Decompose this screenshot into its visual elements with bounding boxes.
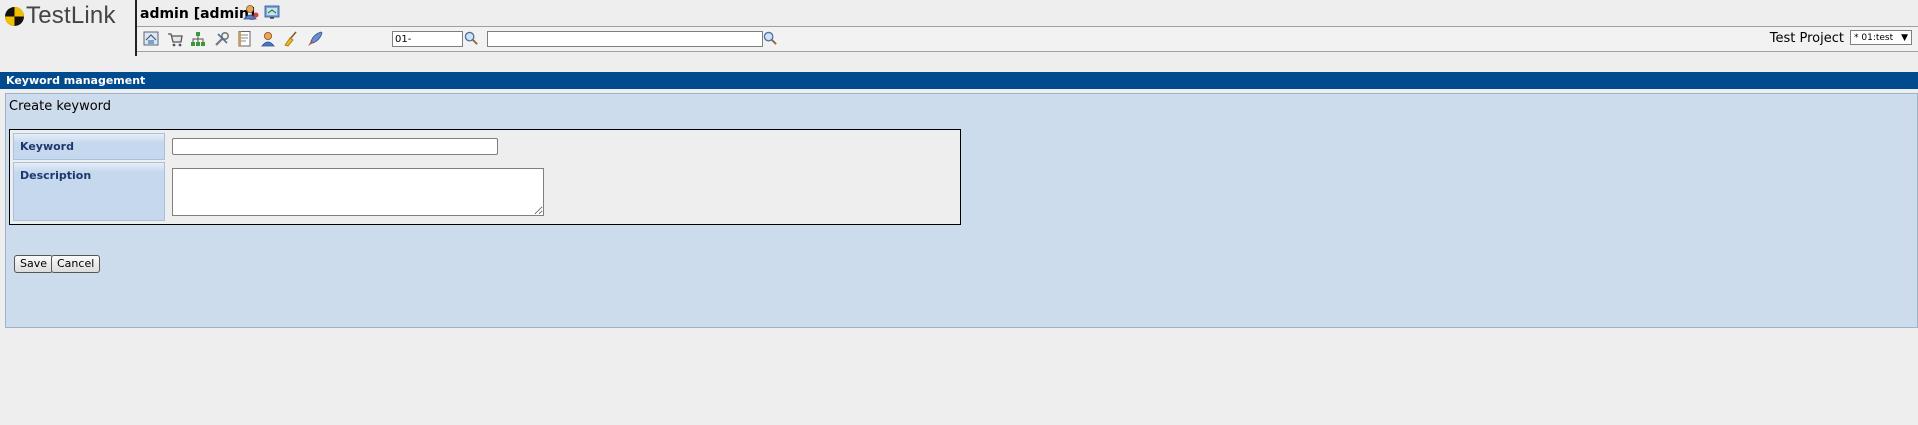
logo-text: TestLink — [26, 2, 116, 29]
broom-icon[interactable] — [282, 30, 300, 48]
page-title: Keyword management — [0, 72, 1918, 89]
user-settings-icon[interactable] — [243, 4, 259, 20]
description-label: Description — [20, 169, 92, 182]
home-icon[interactable] — [142, 30, 160, 48]
test-project-select[interactable]: * 01:test ▼ — [1850, 30, 1912, 45]
test-project-selected-value: * 01:test — [1854, 33, 1894, 43]
tree-icon[interactable] — [189, 30, 207, 48]
testlink-logo-icon — [5, 7, 24, 26]
search-input[interactable] — [487, 31, 763, 47]
cancel-button[interactable]: Cancel — [51, 255, 101, 273]
keyword-input[interactable] — [172, 138, 498, 155]
logout-icon[interactable] — [264, 4, 280, 20]
testcase-id-input[interactable] — [392, 31, 463, 47]
user-icon[interactable] — [259, 30, 277, 48]
main-toolbar: Test Project * 01:test ▼ — [137, 26, 1918, 52]
search-icon[interactable] — [763, 31, 778, 46]
tools-icon[interactable] — [213, 30, 231, 48]
cart-icon[interactable] — [166, 30, 184, 48]
chevron-down-icon: ▼ — [1901, 33, 1908, 43]
test-project-label: Test Project — [1769, 31, 1844, 46]
keyword-form: Keyword Description — [9, 129, 961, 225]
keyword-label-cell: Keyword — [13, 133, 165, 160]
work-area: Create keyword Keyword Description Save … — [5, 93, 1918, 328]
description-label-cell: Description — [13, 162, 165, 221]
rocket-icon[interactable] — [306, 30, 324, 48]
description-textarea[interactable] — [172, 168, 544, 216]
search-icon[interactable] — [464, 31, 479, 46]
save-button[interactable]: Save — [14, 255, 54, 273]
section-title: Create keyword — [9, 99, 112, 114]
testlink-logo[interactable]: TestLink — [0, 0, 137, 56]
header: TestLink admin [admin] 01- Test Project … — [0, 0, 1918, 56]
keyword-label: Keyword — [20, 140, 74, 153]
current-user: admin [admin] — [140, 6, 256, 22]
document-icon[interactable] — [236, 30, 254, 48]
